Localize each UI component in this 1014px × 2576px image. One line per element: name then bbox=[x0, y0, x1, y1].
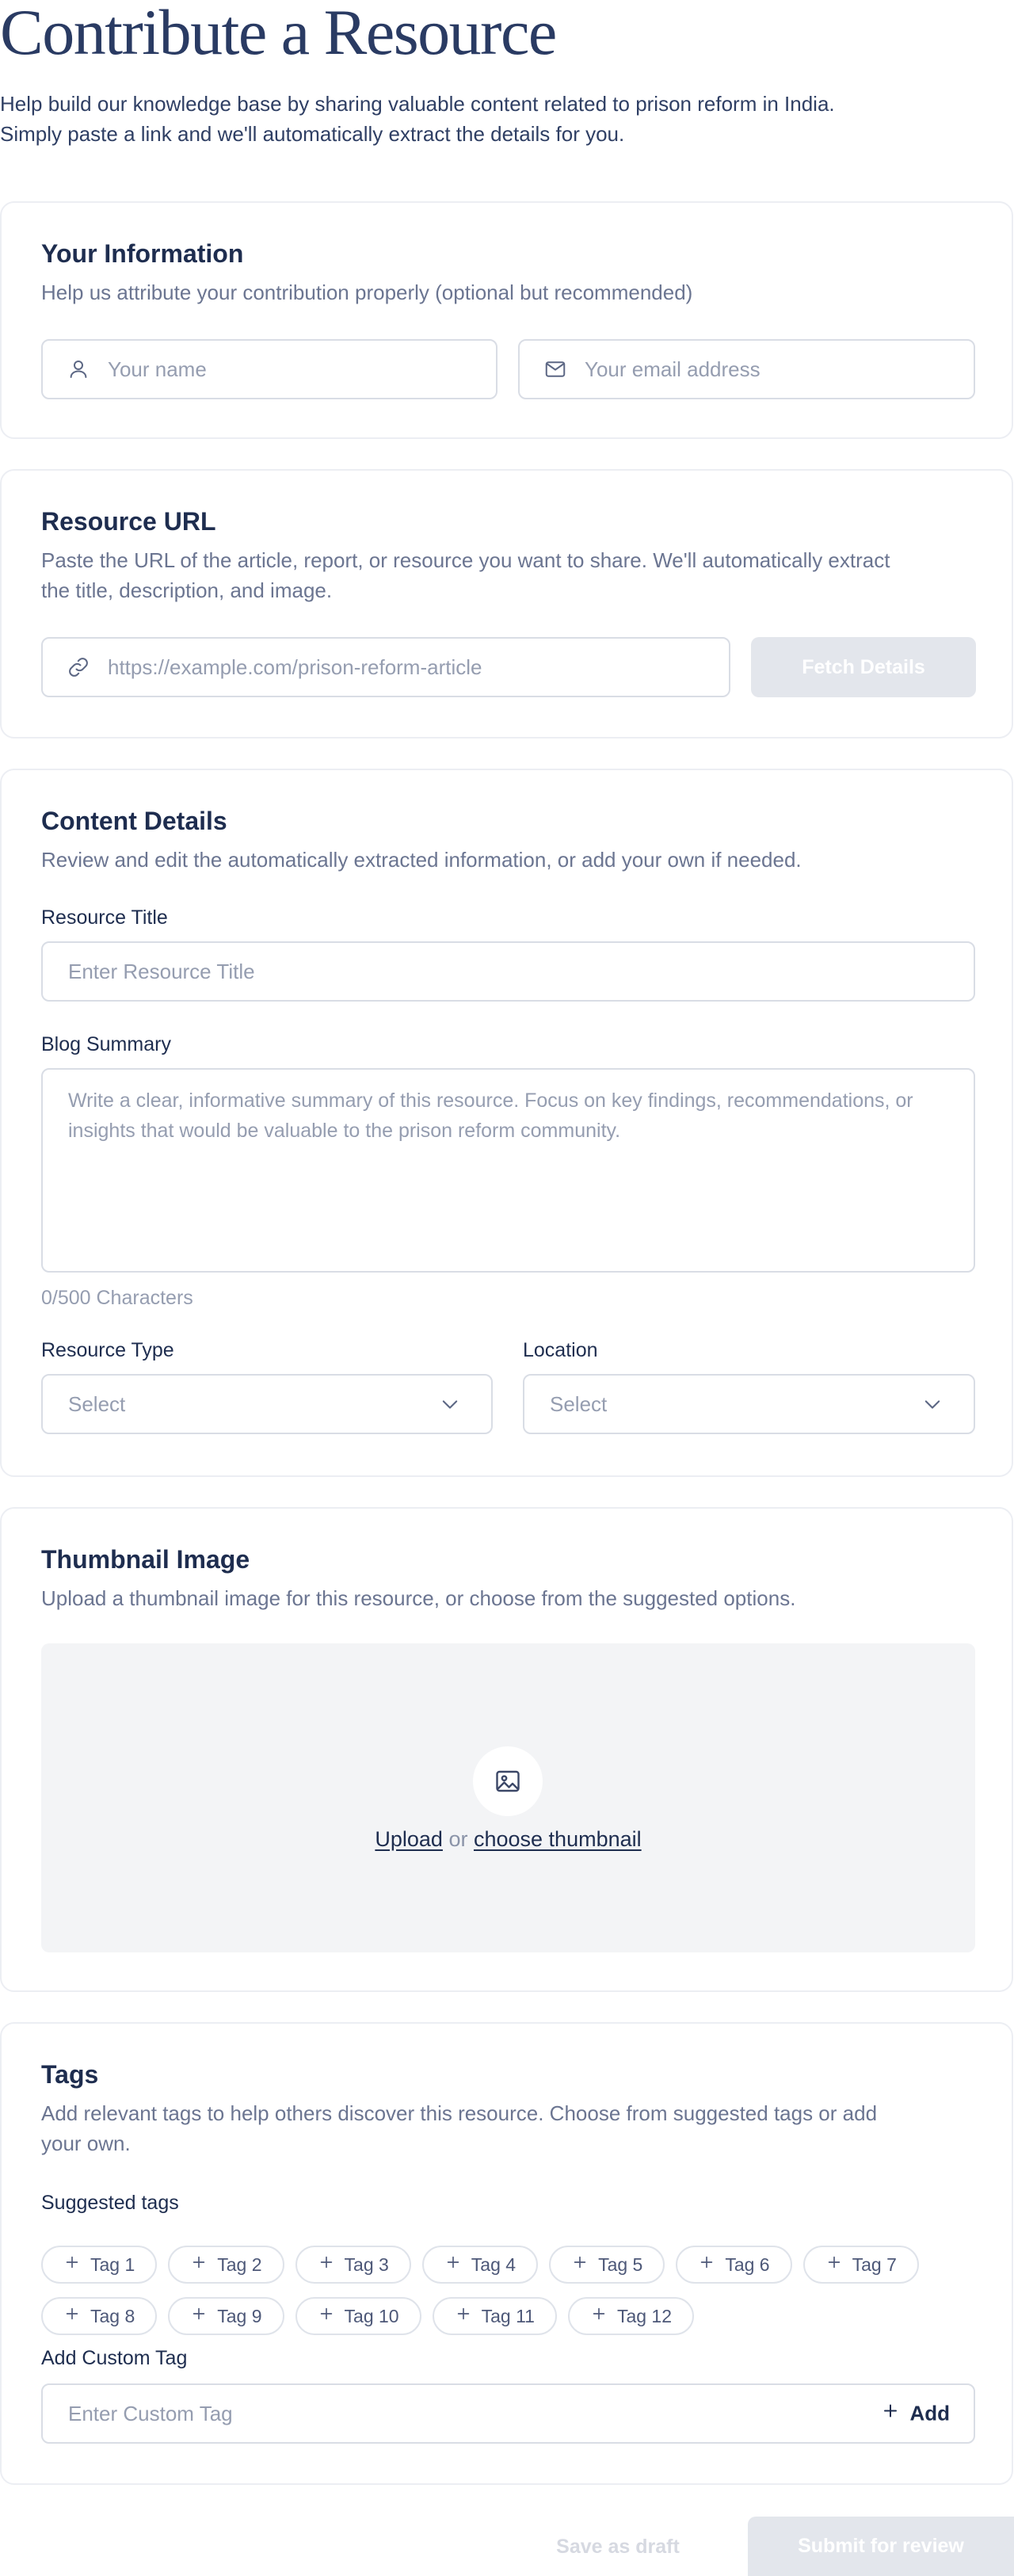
suggested-tag[interactable]: Tag 9 bbox=[168, 2297, 284, 2335]
email-placeholder: Your email address bbox=[585, 357, 760, 381]
thumbnail-card: Thumbnail Image Upload a thumbnail image… bbox=[0, 1507, 1013, 1992]
choose-thumbnail-link[interactable]: choose thumbnail bbox=[474, 1827, 642, 1851]
resource-type-label: Resource Type bbox=[41, 1339, 174, 1361]
suggested-tags-label: Suggested tags bbox=[41, 2192, 179, 2214]
blog-summary-placeholder: Write a clear, informative summary of th… bbox=[68, 1090, 913, 1142]
tag-label: Tag 8 bbox=[90, 2305, 135, 2326]
submit-review-button[interactable]: Submit for review bbox=[748, 2517, 1014, 2576]
tag-label: Tag 4 bbox=[471, 2254, 517, 2275]
suggested-tag[interactable]: Tag 11 bbox=[432, 2297, 557, 2335]
plus-icon bbox=[881, 2402, 900, 2426]
tag-label: Tag 7 bbox=[852, 2254, 897, 2275]
plus-icon bbox=[63, 2305, 81, 2327]
suggested-tag[interactable]: Tag 6 bbox=[676, 2246, 792, 2284]
page-title: Contribute a Resource bbox=[0, 0, 557, 68]
plus-icon bbox=[698, 2254, 715, 2276]
tags-title: Tags bbox=[41, 2060, 99, 2089]
email-input[interactable]: Your email address bbox=[518, 339, 975, 399]
custom-tag-input[interactable]: Enter Custom Tag Add bbox=[41, 2383, 975, 2444]
thumbnail-description: Upload a thumbnail image for this resour… bbox=[41, 1586, 796, 1610]
name-placeholder: Your name bbox=[108, 357, 207, 381]
tag-label: Tag 10 bbox=[344, 2305, 399, 2326]
url-placeholder: https://example.com/prison-reform-articl… bbox=[108, 654, 482, 679]
chevron-down-icon bbox=[921, 1393, 943, 1415]
thumbnail-actions: Upload or choose thumbnail bbox=[41, 1827, 975, 1852]
tag-label: Tag 5 bbox=[598, 2254, 643, 2275]
your-information-description: Help us attribute your contribution prop… bbox=[41, 280, 693, 304]
location-label: Location bbox=[523, 1339, 598, 1361]
thumbnail-title: Thumbnail Image bbox=[41, 1545, 250, 1574]
suggested-tag[interactable]: Tag 1 bbox=[41, 2246, 158, 2284]
suggested-tag[interactable]: Tag 12 bbox=[567, 2297, 695, 2335]
resource-title-label: Resource Title bbox=[41, 906, 168, 929]
suggested-tag[interactable]: Tag 3 bbox=[295, 2246, 411, 2284]
your-information-card: Your Information Help us attribute your … bbox=[0, 201, 1013, 439]
page-intro: Help build our knowledge base by sharing… bbox=[0, 92, 835, 146]
content-details-title: Content Details bbox=[41, 807, 227, 835]
tags-description: Add relevant tags to help others discove… bbox=[41, 2101, 878, 2155]
save-draft-button[interactable]: Save as draft bbox=[515, 2517, 721, 2576]
chevron-down-icon bbox=[439, 1393, 461, 1415]
fetch-details-button[interactable]: Fetch Details bbox=[751, 637, 976, 697]
plus-icon bbox=[190, 2254, 208, 2276]
tag-label: Tag 1 bbox=[90, 2254, 135, 2275]
thumbnail-dropzone[interactable]: Upload or choose thumbnail bbox=[41, 1643, 975, 1952]
tags-card: Tags Add relevant tags to help others di… bbox=[0, 2022, 1013, 2485]
location-value: Select bbox=[550, 1391, 608, 1416]
suggested-tags-list: Tag 1 Tag 2 Tag 3 Tag 4 Tag 5 Tag 6 Tag … bbox=[41, 2246, 976, 2349]
suggested-tag[interactable]: Tag 2 bbox=[168, 2246, 284, 2284]
suggested-tags-row-2: Tag 8 Tag 9 Tag 10 Tag 11 Tag 12 bbox=[41, 2297, 976, 2335]
suggested-tag[interactable]: Tag 8 bbox=[41, 2297, 158, 2335]
blog-summary-label: Blog Summary bbox=[41, 1033, 171, 1055]
upload-link[interactable]: Upload bbox=[375, 1827, 443, 1851]
tag-label: Tag 11 bbox=[481, 2305, 535, 2326]
character-count: 0/500 Characters bbox=[41, 1287, 193, 1309]
resource-url-title: Resource URL bbox=[41, 507, 216, 536]
plus-icon bbox=[318, 2254, 335, 2276]
link-icon bbox=[67, 655, 90, 679]
resource-title-input[interactable]: Enter Resource Title bbox=[41, 941, 975, 1002]
suggested-tag[interactable]: Tag 10 bbox=[295, 2297, 421, 2335]
content-details-card: Content Details Review and edit the auto… bbox=[0, 769, 1013, 1477]
plus-icon bbox=[190, 2305, 208, 2327]
user-icon bbox=[67, 357, 90, 381]
your-information-title: Your Information bbox=[41, 239, 244, 268]
plus-icon bbox=[63, 2254, 81, 2276]
tag-label: Tag 3 bbox=[344, 2254, 389, 2275]
tag-label: Tag 2 bbox=[217, 2254, 262, 2275]
resource-title-placeholder: Enter Resource Title bbox=[68, 959, 255, 983]
resource-type-value: Select bbox=[68, 1391, 126, 1416]
resource-url-card: Resource URL Paste the URL of the articl… bbox=[0, 469, 1013, 738]
plus-icon bbox=[444, 2254, 462, 2276]
content-details-description: Review and edit the automatically extrac… bbox=[41, 848, 802, 872]
custom-tag-placeholder: Enter Custom Tag bbox=[68, 2401, 233, 2425]
suggested-tag[interactable]: Tag 4 bbox=[421, 2246, 539, 2284]
plus-icon bbox=[318, 2305, 335, 2327]
suggested-tag[interactable]: Tag 5 bbox=[549, 2246, 665, 2284]
name-input[interactable]: Your name bbox=[41, 339, 497, 399]
image-icon bbox=[473, 1746, 543, 1816]
add-tag-button[interactable]: Add bbox=[881, 2402, 950, 2426]
resource-url-description: Paste the URL of the article, report, or… bbox=[41, 548, 890, 602]
custom-tag-label: Add Custom Tag bbox=[41, 2347, 188, 2369]
blog-summary-textarea[interactable]: Write a clear, informative summary of th… bbox=[41, 1068, 975, 1273]
location-select[interactable]: Select bbox=[523, 1374, 975, 1434]
mail-icon bbox=[543, 357, 567, 381]
plus-icon bbox=[825, 2254, 843, 2276]
tag-label: Tag 9 bbox=[217, 2305, 262, 2326]
plus-icon bbox=[571, 2254, 589, 2276]
suggested-tag[interactable]: Tag 7 bbox=[802, 2246, 919, 2284]
add-tag-label: Add bbox=[909, 2401, 950, 2425]
or-text: or bbox=[448, 1827, 468, 1851]
suggested-tags-row-1: Tag 1 Tag 2 Tag 3 Tag 4 Tag 5 Tag 6 Tag … bbox=[41, 2246, 976, 2284]
url-input[interactable]: https://example.com/prison-reform-articl… bbox=[41, 637, 730, 697]
plus-icon bbox=[455, 2305, 472, 2327]
resource-type-select[interactable]: Select bbox=[41, 1374, 493, 1434]
tag-label: Tag 12 bbox=[616, 2305, 673, 2326]
tag-label: Tag 6 bbox=[725, 2254, 770, 2275]
plus-icon bbox=[590, 2305, 608, 2327]
